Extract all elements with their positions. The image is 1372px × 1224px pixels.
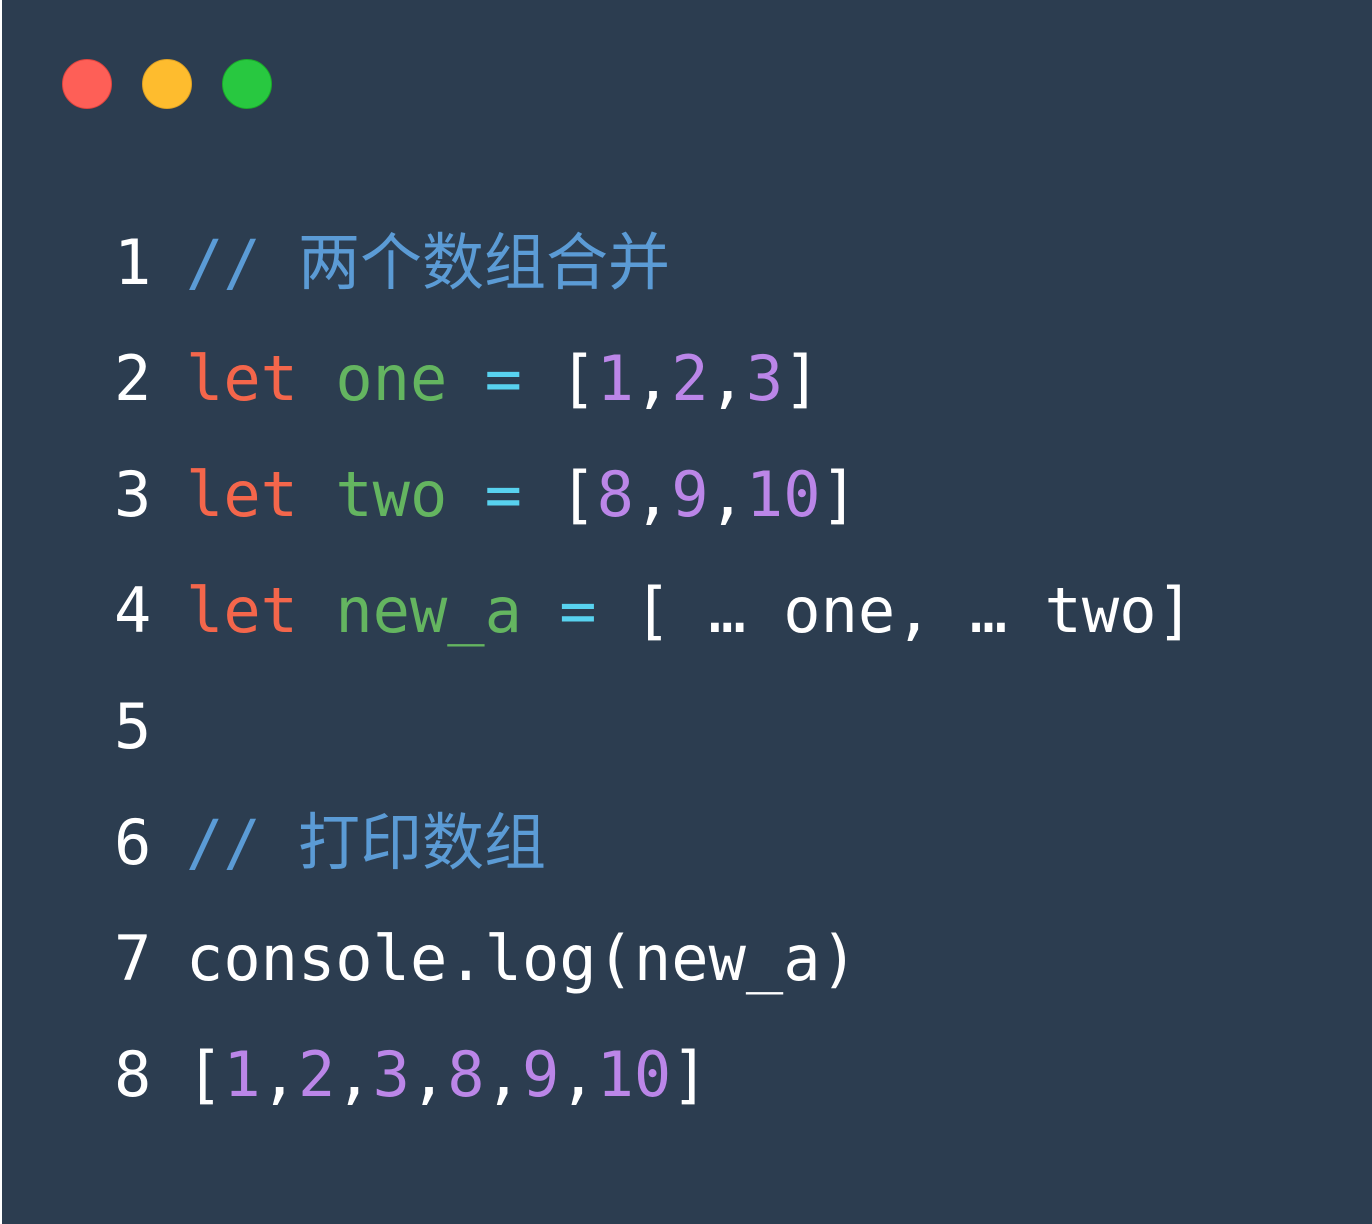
line-number: 7 [114, 922, 152, 995]
code-token: 1 [596, 342, 634, 415]
code-token: let [186, 458, 298, 531]
line-content: // 打印数组 [186, 785, 546, 901]
code-window: 1// 两个数组合并 2 let one = [1,2,3] 3 let two = [… [2, 0, 1372, 1224]
code-token: , [335, 1038, 373, 1111]
code-token: 2 [671, 342, 709, 415]
line-content: [1,2,3,8,9,10] [186, 1017, 709, 1133]
code-token: , [559, 1038, 597, 1111]
minimize-button[interactable] [142, 59, 192, 109]
code-token: , [409, 1038, 448, 1111]
line-number: 1 [114, 226, 152, 299]
code-token: [ … one, … two] [633, 574, 1194, 647]
code-token: = [484, 342, 522, 415]
code-token: [ [559, 458, 597, 531]
code-token: , [633, 342, 672, 415]
line-content: // 两个数组合并 [186, 205, 670, 321]
line-content: console.log(new_a) [186, 901, 858, 1017]
code-token: , [708, 458, 746, 531]
code-token: console.log(new_a) [186, 922, 858, 995]
line-number: 3 [114, 458, 152, 531]
code-token: 10 [596, 1038, 672, 1111]
code-token: 8 [596, 458, 634, 531]
code-token: // 打印数组 [186, 806, 546, 879]
line-content: let one = [1,2,3] [186, 321, 821, 437]
code-token: 1 [223, 1038, 261, 1111]
line-content: let two = [8,9,10] [186, 437, 858, 553]
window-controls [62, 59, 272, 109]
code-token: ] [783, 342, 821, 415]
line-number: 8 [114, 1038, 152, 1111]
code-token: let [186, 574, 298, 647]
close-button[interactable] [62, 59, 112, 109]
code-token: one [335, 342, 448, 415]
code-token: 9 [521, 1038, 560, 1111]
code-token: [ [559, 342, 597, 415]
code-token: [ [186, 1038, 224, 1111]
line-content: let new_a = [ … one, … two] [186, 553, 1194, 669]
line-number: 6 [114, 806, 152, 879]
maximize-button[interactable] [222, 59, 272, 109]
code-token: // 两个数组合并 [186, 226, 670, 299]
code-token: ] [671, 1038, 709, 1111]
line-number: 5 [114, 690, 152, 763]
code-line: 7 console.log(new_a) [114, 901, 1194, 1017]
code-token: , [260, 1038, 298, 1111]
code-line: 2 let one = [1,2,3] [114, 321, 1194, 437]
code-line: 3 let two = [8,9,10] [114, 437, 1194, 553]
code-token: ] [820, 458, 858, 531]
code-token: , [484, 1038, 522, 1111]
code-token: 10 [745, 458, 821, 531]
code-token: , [708, 342, 746, 415]
code-line: 6 // 打印数组 [114, 785, 1194, 901]
code-line: 8 [1,2,3,8,9,10] [114, 1017, 1194, 1133]
line-number: 4 [114, 574, 152, 647]
line-number: 2 [114, 342, 152, 415]
code-line: 5 [114, 669, 1194, 785]
code-token: 3 [745, 342, 784, 415]
code-token: = [559, 574, 597, 647]
code-token: , [633, 458, 672, 531]
code-token: let [186, 342, 298, 415]
code-token: = [484, 458, 522, 531]
code-token: 2 [297, 1038, 336, 1111]
code-line: 1 // 两个数组合并 [114, 205, 1194, 321]
code-token: 3 [372, 1038, 410, 1111]
code-token: 9 [671, 458, 709, 531]
code-token: new_a [335, 574, 522, 647]
code-token: two [335, 458, 448, 531]
code-block: 1// 两个数组合并 2 let one = [1,2,3] 3 let two = [… [114, 205, 1194, 1133]
code-line: 4 let new_a = [ … one, … two] [114, 553, 1194, 669]
code-token: 8 [447, 1038, 485, 1111]
